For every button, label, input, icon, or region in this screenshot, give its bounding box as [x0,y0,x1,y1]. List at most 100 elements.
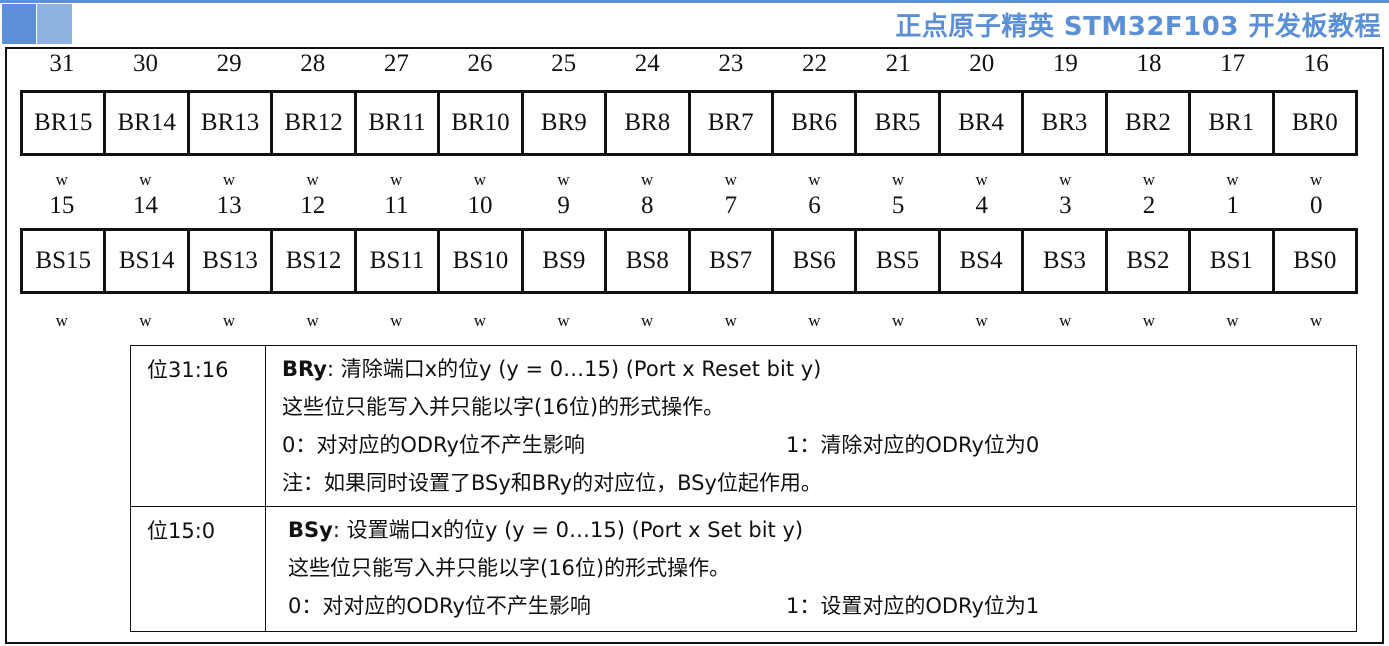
access-type: w [306,311,319,330]
access-type: w [139,170,152,189]
bit-number: 24 [634,50,660,77]
bit-number: 19 [1052,50,1078,77]
bit-number: 9 [557,192,570,219]
register-field: BS4 [941,231,1025,291]
access-type: w [641,311,654,330]
access-type: w [1059,170,1072,189]
field-name: BSy [288,518,333,542]
option-0: 0：对对应的ODRy位不产生影响 [288,594,591,618]
register-field: BS10 [440,231,524,291]
bit-number: 29 [216,50,242,77]
field-name: BRy [282,357,327,381]
field-desc: 这些位只能写入并只能以字(16位)的形式操作。 [282,395,725,419]
access-type: w [222,311,236,330]
register-field: BS2 [1108,231,1192,291]
access-type: w [724,170,737,189]
bit-number: 10 [467,192,493,219]
register-field: BR12 [273,93,357,153]
register-field: BR2 [1108,93,1192,153]
high-access: wwwwwwwwwwwwwwww [20,170,1358,190]
register-field: BR8 [607,93,691,153]
bit-number: 11 [384,192,409,219]
page-title: 正点原子精英 STM32F103 开发板教程 [895,12,1381,42]
access-type: w [306,170,319,189]
field-title: : 清除端口x的位y (y = 0…15) (Port x Reset bit … [326,357,822,381]
low-fields: BS15 BS14 BS13 BS12 BS11 BS10 BS9 BS8 BS7 BS6 BS5 B… [20,228,1358,294]
access-type: w [390,170,403,189]
access-type: w [641,170,654,189]
bit-number: 0 [1309,192,1323,219]
access-type: w [222,170,236,189]
high-fields: BR15 BR14 BR13 BR12 BR11 BR10 BR9 BR8 BR7 BR6 BR5 B… [20,90,1358,156]
header-decoration [2,4,36,44]
access-type: w [1059,311,1072,330]
option-1: 1：设置对应的ODRy位为1 [786,594,1040,618]
register-field: BS3 [1024,231,1108,291]
access-type: w [975,311,988,330]
bit-number: 3 [1059,192,1072,219]
access-type: w [557,170,570,189]
bit-number: 28 [300,50,326,77]
high-bit-numbers: 31 30 29 28 27 26 25 24 23 22 21 20 19 18 17 16 [20,50,1358,84]
access-type: w [55,311,68,330]
access-type: w [891,311,905,330]
access-type: w [808,170,821,189]
register-field: BS13 [190,231,274,291]
bit-number: 14 [132,192,158,219]
register-field: BR0 [1291,109,1338,136]
option-1: 1：清除对应的ODRy位为0 [786,433,1040,457]
access-type: w [975,170,988,189]
access-type: w [1142,311,1156,330]
access-type: w [891,170,905,189]
register-field: BR6 [774,93,858,153]
bit-number: 1 [1226,192,1239,219]
register-field: BS0 [1293,247,1337,274]
bit-number: 26 [467,50,493,77]
bit-range: 位15:0 [131,507,266,631]
register-field: BR15 [23,93,107,153]
field-desc: 这些位只能写入并只能以字(16位)的形式操作。 [288,556,731,580]
bit-number: 6 [808,192,821,219]
bit-number: 16 [1303,50,1329,77]
bit-number: 18 [1136,50,1162,77]
access-type: w [473,311,487,330]
bit-number: 8 [640,192,654,219]
access-type: w [724,311,737,330]
register-field: BS9 [524,231,608,291]
bit-number: 12 [300,192,326,219]
field-title: : 设置端口x的位y (y = 0…15) (Port x Set bit y) [332,518,804,542]
bit-number: 7 [724,192,738,219]
register-field: BS15 [23,231,107,291]
option-0: 0：对对应的ODRy位不产生影响 [282,433,585,457]
access-type: w [1142,170,1156,189]
register-field: BR5 [857,93,941,153]
bit-number: 15 [49,192,75,219]
bit-number: 4 [975,192,988,219]
access-type: w [557,311,570,330]
register-field: BS7 [691,231,774,291]
register-field: BS6 [774,231,858,291]
register-field: BR10 [440,93,524,153]
register-field: BR14 [106,93,190,153]
bit-number: 30 [132,50,158,77]
register-field: BS8 [607,231,691,291]
access-type: w [1226,170,1239,189]
register-field: BR1 [1191,93,1275,153]
register-field: BR9 [524,93,608,153]
bit-range: 位31:16 [131,346,266,506]
register-field: BR11 [357,93,441,153]
header-decoration [37,4,72,44]
register-field: BR7 [691,93,774,153]
bit-number: 31 [49,50,75,77]
register-field: BR13 [190,93,274,153]
bit-number: 5 [891,192,905,219]
note: 注：如果同时设置了BSy和BRy的对应位，BSy位起作用。 [282,471,822,495]
access-type: w [55,170,68,189]
access-type: w [1310,170,1323,189]
bit-number: 22 [801,50,827,77]
register-field: BS14 [106,231,190,291]
low-bit-numbers: 15 14 13 12 11 10 9 8 7 6 5 4 3 2 1 0 [20,192,1358,226]
access-type: w [390,311,403,330]
access-type: w [139,311,152,330]
desc-row-bry: 位31:16 BRy: 清除端口x的位y (y = 0…15) (Port x … [131,346,1356,507]
